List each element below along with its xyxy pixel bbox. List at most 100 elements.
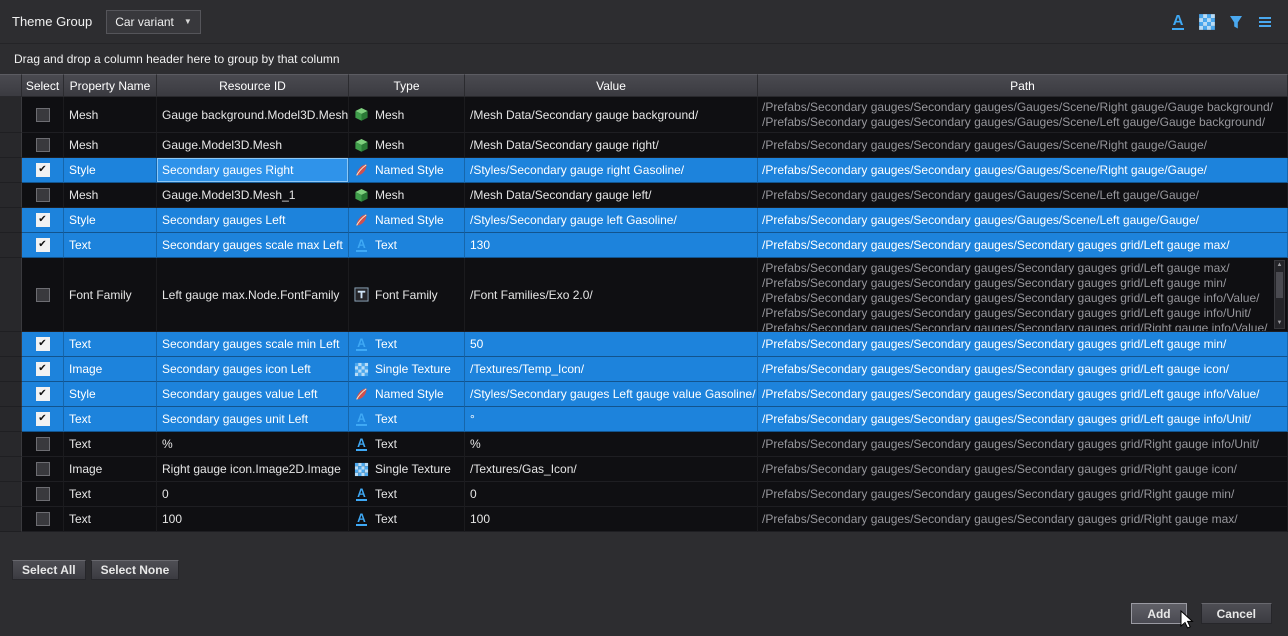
resource-id-cell[interactable]: Secondary gauges icon Left <box>157 357 349 382</box>
select-cell: ✔ <box>22 407 64 432</box>
row-checkbox[interactable]: ✔ <box>36 387 50 401</box>
texture-icon[interactable] <box>1196 11 1218 33</box>
select-cell: ✔ <box>22 332 64 357</box>
table-row[interactable]: ✔TextSecondary gauges scale min LeftATex… <box>0 332 1288 357</box>
resource-id-cell[interactable]: 100 <box>157 507 349 532</box>
resource-id-cell[interactable]: Gauge.Model3D.Mesh_1 <box>157 183 349 208</box>
type-label: Text <box>375 512 397 526</box>
text-icon: A <box>354 412 369 427</box>
group-by-hint: Drag and drop a column header here to gr… <box>14 52 340 66</box>
path-line: /Prefabs/Secondary gauges/Secondary gaug… <box>762 261 1230 276</box>
resource-id-cell[interactable]: 0 <box>157 482 349 507</box>
select-all-button[interactable]: Select All <box>12 560 86 580</box>
table-row[interactable]: MeshGauge background.Model3D.MeshMesh/Me… <box>0 97 1288 133</box>
table-row[interactable]: Text0AText0/Prefabs/Secondary gauges/Sec… <box>0 482 1288 507</box>
property-name-cell: Style <box>64 158 157 183</box>
add-button[interactable]: Add <box>1131 603 1186 624</box>
resource-id-cell[interactable]: Gauge background.Model3D.Mesh <box>157 97 349 133</box>
property-name-cell: Style <box>64 382 157 407</box>
row-checkbox[interactable]: ✔ <box>36 337 50 351</box>
row-checkbox[interactable]: ✔ <box>36 238 50 252</box>
path-line: /Prefabs/Secondary gauges/Secondary gaug… <box>762 462 1237 476</box>
row-checkbox[interactable]: ✔ <box>36 362 50 376</box>
column-header-value[interactable]: Value <box>465 74 758 97</box>
selection-buttons: Select All Select None <box>12 560 179 580</box>
resource-id-cell[interactable]: Secondary gauges value Left <box>157 382 349 407</box>
resource-id-cell[interactable]: Secondary gauges Left <box>157 208 349 233</box>
table-row[interactable]: Text%AText%/Prefabs/Secondary gauges/Sec… <box>0 432 1288 457</box>
row-checkbox[interactable]: ✔ <box>36 163 50 177</box>
table-row[interactable]: ✔ StyleSecondary gauges value Left Named S… <box>0 382 1288 407</box>
resource-id-cell[interactable]: Secondary gauges Right <box>157 158 349 183</box>
row-checkbox[interactable] <box>36 512 50 526</box>
type-label: Single Texture <box>375 362 451 376</box>
toolbar-icons: A <box>1167 11 1276 33</box>
table-row[interactable]: ImageRight gauge icon.Image2D.ImageSingl… <box>0 457 1288 482</box>
row-checkbox[interactable] <box>36 437 50 451</box>
group-by-drop-zone[interactable]: Drag and drop a column header here to gr… <box>0 44 1288 74</box>
variant-dropdown[interactable]: Car variant ▼ <box>106 10 201 34</box>
select-cell <box>22 97 64 133</box>
path-cell: /Prefabs/Secondary gauges/Secondary gaug… <box>758 357 1288 382</box>
column-header-select[interactable]: Select <box>22 74 64 97</box>
row-checkbox[interactable] <box>36 288 50 302</box>
scroll-up-icon[interactable]: ▲ <box>1277 262 1283 269</box>
scrollbar-thumb[interactable] <box>1276 272 1283 298</box>
row-checkbox[interactable] <box>36 188 50 202</box>
scroll-down-icon[interactable]: ▼ <box>1277 320 1283 327</box>
value-cell: 0 <box>465 482 758 507</box>
row-checkbox[interactable]: ✔ <box>36 412 50 426</box>
font-icon[interactable]: A <box>1167 11 1189 33</box>
path-line: /Prefabs/Secondary gauges/Secondary gaug… <box>762 188 1199 202</box>
resource-id-cell[interactable]: Right gauge icon.Image2D.Image <box>157 457 349 482</box>
row-indicator <box>0 183 22 208</box>
text-icon: A <box>354 238 369 253</box>
resource-id-cell[interactable]: Left gauge max.Node.FontFamily <box>157 258 349 332</box>
select-cell <box>22 507 64 532</box>
table-row[interactable]: ✔TextSecondary gauges unit LeftAText°/Pr… <box>0 407 1288 432</box>
select-none-button[interactable]: Select None <box>91 560 180 580</box>
table-row[interactable]: ✔StyleSecondary gauges LeftNamed Style/S… <box>0 208 1288 233</box>
column-header-property-name[interactable]: Property Name <box>64 74 157 97</box>
table-row[interactable]: ✔ImageSecondary gauges icon LeftSingle T… <box>0 357 1288 382</box>
resource-id-cell[interactable]: Secondary gauges scale max Left <box>157 233 349 258</box>
row-checkbox[interactable] <box>36 138 50 152</box>
value-cell: /Styles/Secondary gauge right Gasoline/ <box>465 158 758 183</box>
column-header-resource-id[interactable]: Resource ID <box>157 74 349 97</box>
table-row[interactable]: Font FamilyLeft gauge max.Node.FontFamil… <box>0 258 1288 332</box>
dialog-buttons: Add Cancel <box>1131 603 1272 624</box>
table-row[interactable]: MeshGauge.Model3D.MeshMesh/Mesh Data/Sec… <box>0 133 1288 158</box>
table-row[interactable]: Text100AText100/Prefabs/Secondary gauges… <box>0 507 1288 532</box>
type-label: Named Style <box>375 387 444 401</box>
table-row[interactable]: ✔StyleSecondary gauges RightNamed Style/… <box>0 158 1288 183</box>
filter-icon[interactable] <box>1225 11 1247 33</box>
row-checkbox[interactable] <box>36 462 50 476</box>
resource-id-cell[interactable]: % <box>157 432 349 457</box>
type-label: Named Style <box>375 213 444 227</box>
cancel-button[interactable]: Cancel <box>1201 603 1272 624</box>
resource-id-cell[interactable]: Secondary gauges scale min Left <box>157 332 349 357</box>
value-cell: /Mesh Data/Secondary gauge background/ <box>465 97 758 133</box>
path-cell: /Prefabs/Secondary gauges/Secondary gaug… <box>758 407 1288 432</box>
table-row[interactable]: MeshGauge.Model3D.Mesh_1Mesh/Mesh Data/S… <box>0 183 1288 208</box>
menu-icon[interactable] <box>1254 11 1276 33</box>
column-header-path[interactable]: Path <box>758 74 1288 97</box>
value-cell: /Textures/Gas_Icon/ <box>465 457 758 482</box>
row-checkbox[interactable]: ✔ <box>36 213 50 227</box>
type-label: Text <box>375 437 397 451</box>
path-line: /Prefabs/Secondary gauges/Secondary gaug… <box>762 321 1267 332</box>
column-header-type[interactable]: Type <box>349 74 465 97</box>
type-cell: Single Texture <box>349 457 465 482</box>
table-row[interactable]: ✔TextSecondary gauges scale max LeftATex… <box>0 233 1288 258</box>
type-cell: AText <box>349 233 465 258</box>
path-line: /Prefabs/Secondary gauges/Secondary gaug… <box>762 238 1230 252</box>
row-checkbox[interactable] <box>36 108 50 122</box>
select-cell: ✔ <box>22 357 64 382</box>
row-indicator <box>0 382 22 407</box>
resource-id-cell[interactable]: Secondary gauges unit Left <box>157 407 349 432</box>
top-bar: Theme Group Car variant ▼ A <box>0 0 1288 44</box>
row-checkbox[interactable] <box>36 487 50 501</box>
type-cell: AText <box>349 407 465 432</box>
resource-id-cell[interactable]: Gauge.Model3D.Mesh <box>157 133 349 158</box>
cell-scrollbar[interactable]: ▲▼ <box>1274 260 1285 329</box>
